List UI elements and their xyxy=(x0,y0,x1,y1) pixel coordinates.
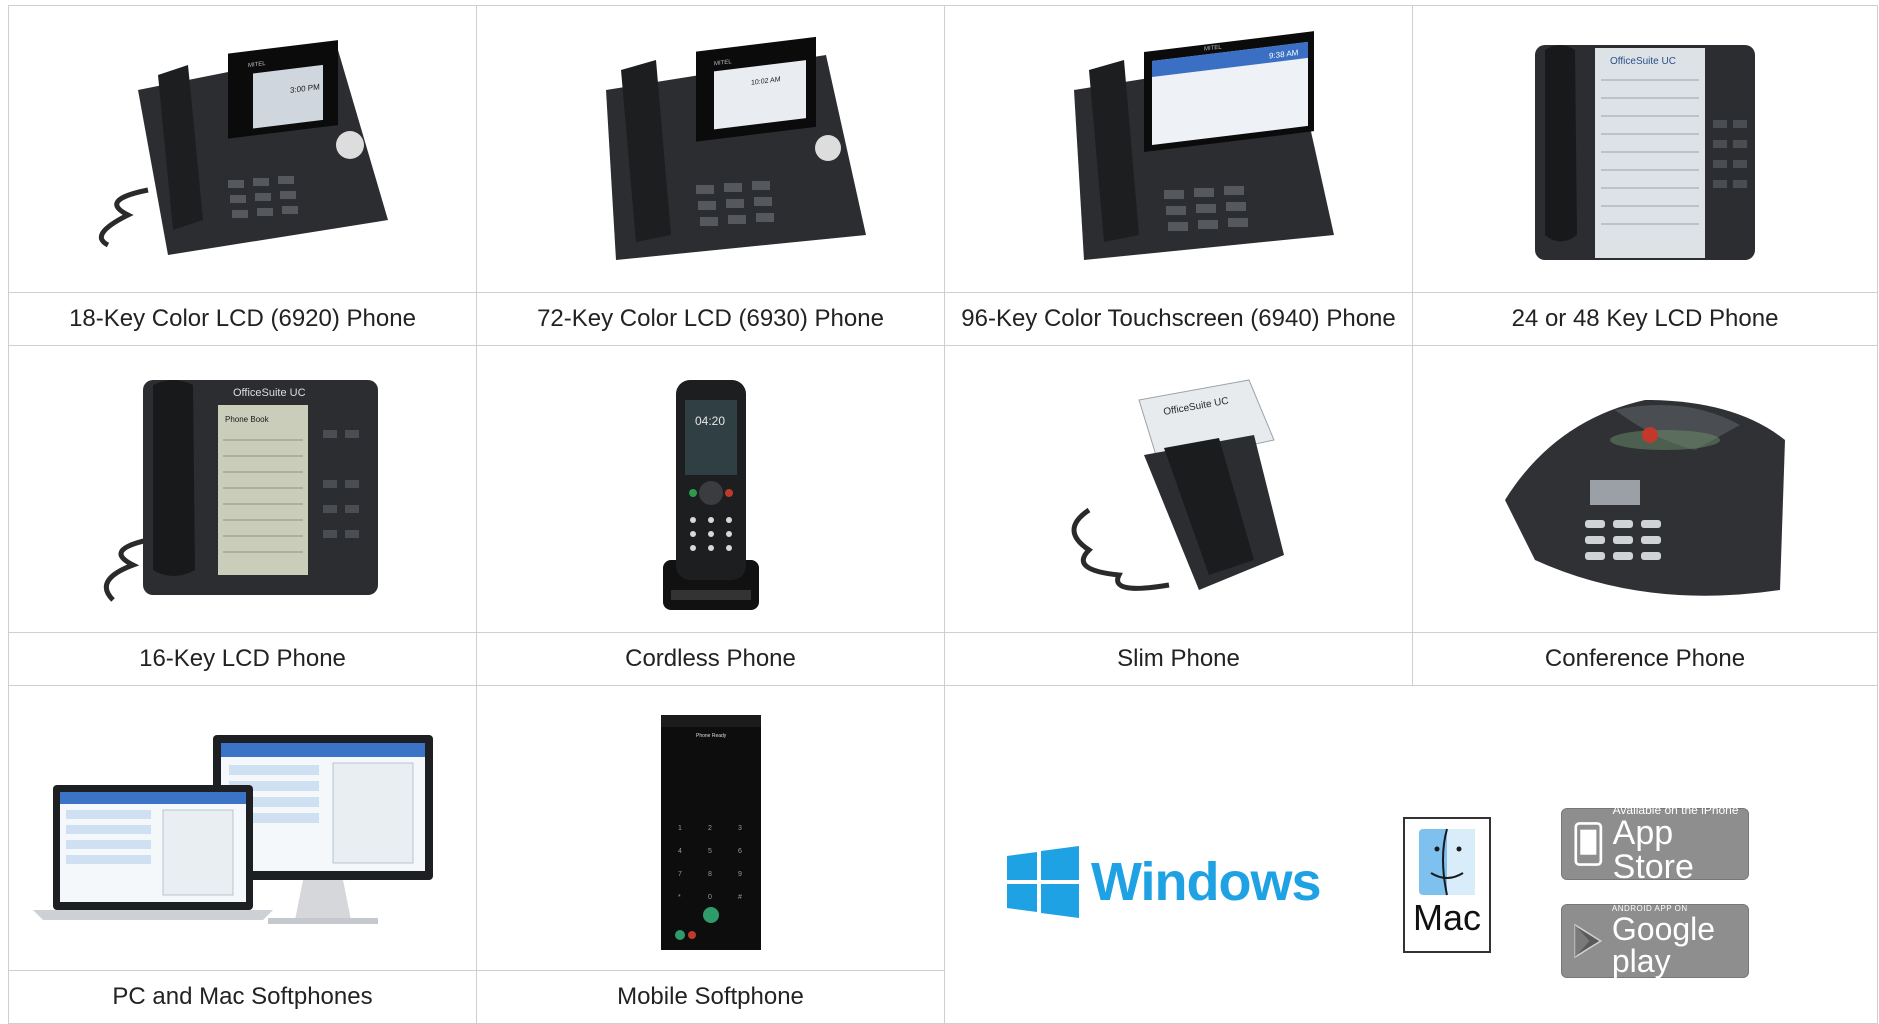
google-play-large-text: Google play xyxy=(1611,911,1716,979)
phone-16-key-image: OfficeSuite UC Phone Book xyxy=(9,346,476,633)
mac-label: Mac xyxy=(1412,897,1481,938)
touchscreen-phone-icon: 9:38 AM MITEL xyxy=(1073,30,1334,260)
svg-text:1: 1 xyxy=(678,825,682,832)
product-card-cordless[interactable]: 04:20 Cordless Phone xyxy=(476,345,945,686)
lcd-phone-icon: OfficeSuite UC Phone Book xyxy=(103,379,378,602)
desktop-softphone-icon xyxy=(32,734,433,924)
product-card-24-48-key[interactable]: OfficeSuite UC 24 or 48 Key LCD Phone xyxy=(1412,5,1878,346)
product-card-6920[interactable]: 3:00 PM MITEL 18-Key Color LCD (6920) Ph… xyxy=(8,5,477,346)
apple-app-store-badge-icon xyxy=(1574,822,1603,866)
product-card-conference[interactable]: Conference Phone xyxy=(1412,345,1878,686)
mobile-softphone-image: Phone Ready 1 2 3 4 5 6 7 8 9 * 0 # xyxy=(477,686,944,973)
product-caption: 24 or 48 Key LCD Phone xyxy=(1413,292,1877,345)
product-caption: Slim Phone xyxy=(945,632,1412,685)
mobile-softphone-icon: Phone Ready 1 2 3 4 5 6 7 8 9 * 0 # xyxy=(660,714,761,950)
svg-text:6: 6 xyxy=(738,848,742,855)
phone-24-48-key-image: OfficeSuite UC xyxy=(1413,6,1877,293)
svg-text:3: 3 xyxy=(738,825,742,832)
product-caption: PC and Mac Softphones xyxy=(9,970,476,1023)
conference-phone-image xyxy=(1413,346,1877,633)
product-card-pc-mac-softphones[interactable]: PC and Mac Softphones xyxy=(8,685,477,1024)
product-card-16-key[interactable]: OfficeSuite UC Phone Book 16-Key LCD Pho… xyxy=(8,345,477,686)
screen-title: Phone Book xyxy=(225,415,270,424)
phone-6930-image: 10:02 AM MITEL xyxy=(477,6,944,293)
desk-phone-icon: 3:00 PM MITEL xyxy=(98,39,388,255)
screen-time: 04:20 xyxy=(695,414,725,428)
google-play-badge-icon xyxy=(1574,923,1603,959)
product-card-mobile-softphone[interactable]: Phone Ready 1 2 3 4 5 6 7 8 9 * 0 # Mobile Softp… xyxy=(476,685,945,1024)
svg-text:8: 8 xyxy=(708,871,712,878)
product-caption: 96-Key Color Touchscreen (6940) Phone xyxy=(945,292,1412,345)
product-caption: 16-Key LCD Phone xyxy=(9,632,476,685)
conference-phone-icon xyxy=(1505,399,1785,596)
mac-logo[interactable]: Mac xyxy=(1403,817,1491,953)
svg-text:#: # xyxy=(738,894,742,901)
svg-text:0: 0 xyxy=(708,894,712,901)
app-store-large-text: App Store xyxy=(1612,814,1694,886)
slim-phone-image: OfficeSuite UC xyxy=(945,346,1412,633)
svg-text:5: 5 xyxy=(708,848,712,855)
phone-6920-image: 3:00 PM MITEL xyxy=(9,6,476,293)
product-caption: 72-Key Color LCD (6930) Phone xyxy=(477,292,944,345)
svg-text:7: 7 xyxy=(678,871,682,878)
slim-phone-icon: OfficeSuite UC xyxy=(1071,378,1284,591)
windows-logo-icon xyxy=(1007,846,1079,918)
svg-text:4: 4 xyxy=(678,848,682,855)
mac-finder-icon xyxy=(1419,828,1475,896)
desk-phone-icon: 10:02 AM MITEL xyxy=(605,36,866,260)
windows-label: Windows xyxy=(1091,852,1321,912)
product-caption: 18-Key Color LCD (6920) Phone xyxy=(9,292,476,345)
desktop-softphone-image xyxy=(9,686,476,973)
product-grid: 3:00 PM MITEL 18-Key Color LCD (6920) Ph… xyxy=(8,5,1878,1024)
google-play-badge[interactable]: ANDROID APP ON Google play xyxy=(1561,904,1749,978)
lcd-phone-icon: OfficeSuite UC xyxy=(1535,44,1755,260)
product-card-6940[interactable]: 9:38 AM MITEL 96-Key Color Touchscreen (… xyxy=(944,5,1413,346)
cordless-phone-icon: 04:20 xyxy=(662,379,759,610)
product-caption: Cordless Phone xyxy=(477,632,944,685)
product-caption: Conference Phone xyxy=(1413,632,1877,685)
screen-brand: OfficeSuite UC xyxy=(233,387,306,399)
app-store-badge[interactable]: Available on the iPhone App Store xyxy=(1561,804,1749,884)
screen-brand: OfficeSuite UC xyxy=(1610,56,1676,67)
cordless-phone-image: 04:20 xyxy=(477,346,944,633)
product-card-slim[interactable]: OfficeSuite UC Slim Phone xyxy=(944,345,1413,686)
svg-text:9: 9 xyxy=(738,871,742,878)
product-card-6930[interactable]: 10:02 AM MITEL 72-Key Color LCD (6930) P… xyxy=(476,5,945,346)
platform-logos-panel: Windows Mac Available on the iPhone App … xyxy=(944,685,1878,1024)
phone-6940-image: 9:38 AM MITEL xyxy=(945,6,1412,293)
screen-title: Phone Ready xyxy=(696,733,727,739)
windows-logo[interactable]: Windows xyxy=(1007,846,1321,918)
svg-text:2: 2 xyxy=(708,825,712,832)
svg-text:*: * xyxy=(678,894,681,901)
product-caption: Mobile Softphone xyxy=(477,970,944,1023)
